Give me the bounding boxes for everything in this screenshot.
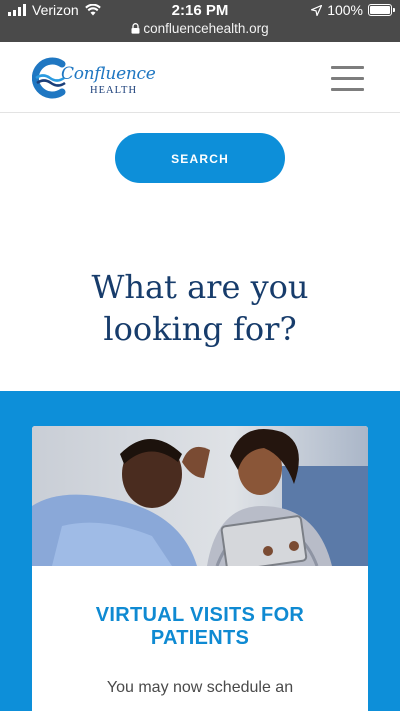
search-button[interactable]: SEARCH xyxy=(115,133,285,183)
logo-wordmark: Confluence xyxy=(61,64,156,84)
page-heading: What are you looking for? xyxy=(0,266,400,350)
url-text: confluencehealth.org xyxy=(143,21,269,36)
card-title-line-1: VIRTUAL VISITS FOR xyxy=(95,604,305,626)
card-title: VIRTUAL VISITS FOR PATIENTS xyxy=(32,604,368,650)
battery-percent: 100% xyxy=(327,2,363,18)
status-right: 100% xyxy=(311,2,395,18)
card-title-line-2: PATIENTS xyxy=(150,627,250,649)
hamburger-menu-icon[interactable] xyxy=(331,66,364,92)
lock-icon xyxy=(131,23,140,34)
heading-line-2: looking for? xyxy=(103,310,297,348)
location-arrow-icon xyxy=(311,4,323,16)
confluence-health-logo[interactable]: Confluence HEALTH xyxy=(32,56,156,100)
status-bar: Verizon 2:16 PM confluencehealth.org 100… xyxy=(0,0,400,42)
virtual-visit-photo xyxy=(32,426,368,566)
site-header: Confluence HEALTH xyxy=(0,42,400,113)
url-bar[interactable]: confluencehealth.org xyxy=(0,21,400,36)
battery-icon xyxy=(368,4,395,16)
virtual-visits-card[interactable]: VIRTUAL VISITS FOR PATIENTS You may now … xyxy=(32,426,368,716)
card-description: You may now schedule an xyxy=(106,679,294,696)
heading-line-1: What are you xyxy=(91,268,309,306)
logo-subtitle: HEALTH xyxy=(90,85,138,96)
